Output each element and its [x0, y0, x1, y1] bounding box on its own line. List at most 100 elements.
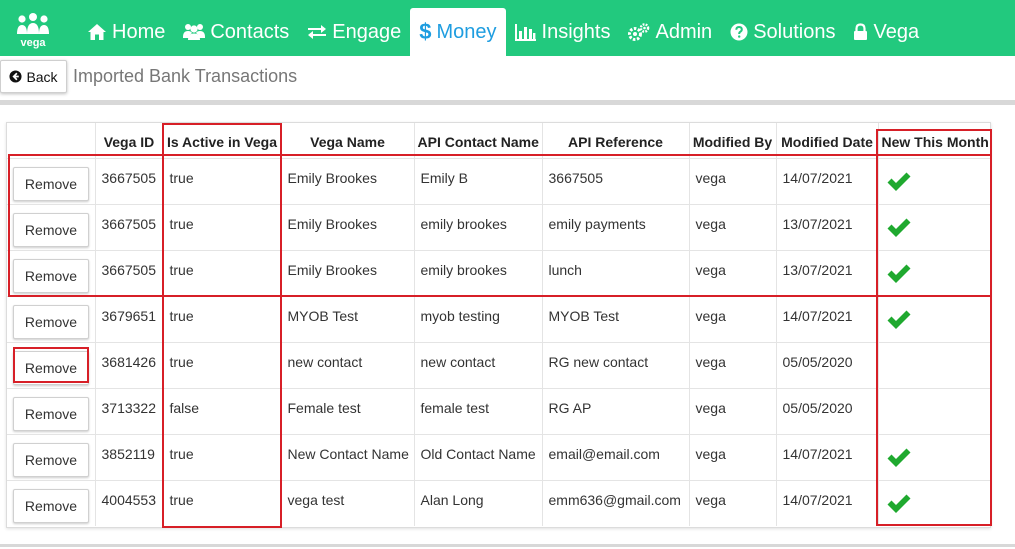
vega-id-cell: 3679651 — [94, 295, 163, 342]
remove-cell: Remove — [7, 341, 95, 388]
top-navbar: vega Home Contacts Engage $ Money Insigh… — [0, 0, 1015, 56]
table-row: Remove 3681426 true new contact new contact R… — [7, 341, 990, 388]
vega-name-cell: Emily Brookes — [280, 249, 414, 296]
modified-date-cell: 14/07/2021 — [775, 157, 878, 204]
new-this-month-cell — [877, 203, 990, 250]
is-active-cell: true — [162, 341, 281, 388]
vega-name-cell: MYOB Test — [280, 295, 414, 342]
checkmark-icon — [886, 218, 912, 242]
vega-id-cell: 3713322 — [94, 387, 163, 434]
remove-cell: Remove — [7, 479, 95, 526]
remove-button[interactable]: Remove — [13, 488, 89, 523]
header-divider — [0, 100, 1015, 105]
nav-item-vega[interactable]: Vega — [844, 8, 928, 56]
remove-button[interactable]: Remove — [13, 212, 89, 247]
modified-by-cell: vega — [688, 479, 776, 526]
nav-item-admin[interactable]: Admin — [619, 8, 721, 56]
checkmark-icon — [886, 172, 912, 196]
nav-item-label: Insights — [541, 20, 611, 43]
back-button-label: Back — [26, 68, 58, 85]
new-this-month-cell — [877, 433, 990, 480]
modified-by-cell: vega — [688, 341, 776, 388]
column-header-vega-id[interactable]: Vega ID — [94, 123, 163, 158]
api-reference-cell: lunch — [541, 249, 689, 296]
api-reference-cell: 3667505 — [541, 157, 689, 204]
table-row: Remove 3679651 true MYOB Test myob testing MY… — [7, 295, 990, 342]
remove-cell: Remove — [7, 295, 95, 342]
bar-chart-icon — [514, 23, 537, 41]
table-row: Remove 3667505 true Emily Brookes emily broo… — [7, 203, 990, 250]
remove-cell: Remove — [7, 433, 95, 480]
column-header-new-this-month[interactable]: New This Month — [877, 123, 990, 158]
nav-item-insights[interactable]: Insights — [506, 8, 620, 56]
table-body: Remove 3667505 true Emily Brookes Emily B 366… — [7, 157, 990, 526]
nav-item-home[interactable]: Home — [78, 8, 174, 56]
nav-item-label: Admin — [655, 20, 713, 43]
vega-id-cell: 3681426 — [94, 341, 163, 388]
vega-logo[interactable]: vega — [14, 12, 52, 50]
nav-item-solutions[interactable]: Solutions — [721, 8, 844, 56]
remove-button[interactable]: Remove — [13, 258, 89, 293]
lock-icon — [853, 23, 868, 41]
vega-name-cell: Female test — [280, 387, 414, 434]
checkmark-icon — [886, 310, 912, 334]
modified-date-cell: 14/07/2021 — [775, 295, 878, 342]
transactions-table: Vega ID Is Active in Vega Vega Name API … — [7, 123, 990, 526]
nav-item-contacts[interactable]: Contacts — [174, 8, 298, 56]
modified-by-cell: vega — [688, 295, 776, 342]
arrow-circle-left-icon — [9, 70, 22, 83]
remove-button[interactable]: Remove — [13, 350, 89, 385]
nav-item-label: Home — [112, 20, 166, 43]
column-header-modified-by[interactable]: Modified By — [688, 123, 776, 158]
column-header-api-reference[interactable]: API Reference — [541, 123, 689, 158]
vega-id-cell: 3667505 — [94, 203, 163, 250]
new-this-month-cell — [877, 249, 990, 296]
users-icon — [183, 23, 206, 41]
new-this-month-cell — [877, 341, 990, 388]
checkmark-icon — [886, 448, 912, 472]
api-reference-cell: RG AP — [541, 387, 689, 434]
page-title: Imported Bank Transactions — [73, 66, 298, 86]
column-header-modified-date[interactable]: Modified Date — [775, 123, 878, 158]
api-reference-cell: email@email.com — [541, 433, 689, 480]
api-contact-name-cell: emily brookes — [413, 249, 542, 296]
column-header-api-contact-name[interactable]: API Contact Name — [413, 123, 542, 158]
table-row: Remove 4004553 true vega test Alan Long emm63… — [7, 479, 990, 526]
table-row: Remove 3667505 true Emily Brookes Emily B 366… — [7, 157, 990, 204]
remove-button[interactable]: Remove — [13, 442, 89, 477]
modified-date-cell: 13/07/2021 — [775, 203, 878, 250]
remove-button[interactable]: Remove — [13, 396, 89, 431]
modified-date-cell: 05/05/2020 — [775, 341, 878, 388]
column-header-vega-name[interactable]: Vega Name — [280, 123, 414, 158]
modified-date-cell: 05/05/2020 — [775, 387, 878, 434]
api-reference-cell: emm636@gmail.com — [541, 479, 689, 526]
main-nav: Home Contacts Engage $ Money Insights Ad… — [78, 8, 928, 56]
remove-cell: Remove — [7, 387, 95, 434]
api-contact-name-cell: new contact — [413, 341, 542, 388]
is-active-cell: true — [162, 479, 281, 526]
api-reference-cell: MYOB Test — [541, 295, 689, 342]
home-icon — [87, 23, 107, 41]
remove-button[interactable]: Remove — [13, 166, 89, 201]
vega-name-cell: Emily Brookes — [280, 157, 414, 204]
nav-item-money[interactable]: $ Money — [410, 8, 506, 56]
nav-item-label: Money — [436, 20, 497, 43]
back-button[interactable]: Back — [0, 60, 67, 93]
column-header-is-active[interactable]: Is Active in Vega — [162, 123, 281, 158]
modified-date-cell: 14/07/2021 — [775, 479, 878, 526]
nav-item-label: Vega — [873, 20, 920, 43]
is-active-cell: true — [162, 433, 281, 480]
transactions-table-container: Vega ID Is Active in Vega Vega Name API … — [6, 122, 991, 528]
api-contact-name-cell: Alan Long — [413, 479, 542, 526]
remove-cell: Remove — [7, 157, 95, 204]
api-contact-name-cell: Old Contact Name — [413, 433, 542, 480]
nav-item-engage[interactable]: Engage — [298, 8, 410, 56]
vega-name-cell: new contact — [280, 341, 414, 388]
remove-button[interactable]: Remove — [13, 304, 89, 339]
new-this-month-cell — [877, 479, 990, 526]
api-reference-cell: emily payments — [541, 203, 689, 250]
vega-id-cell: 3667505 — [94, 249, 163, 296]
table-header-row: Vega ID Is Active in Vega Vega Name API … — [7, 123, 990, 158]
remove-cell: Remove — [7, 249, 95, 296]
api-contact-name-cell: emily brookes — [413, 203, 542, 250]
